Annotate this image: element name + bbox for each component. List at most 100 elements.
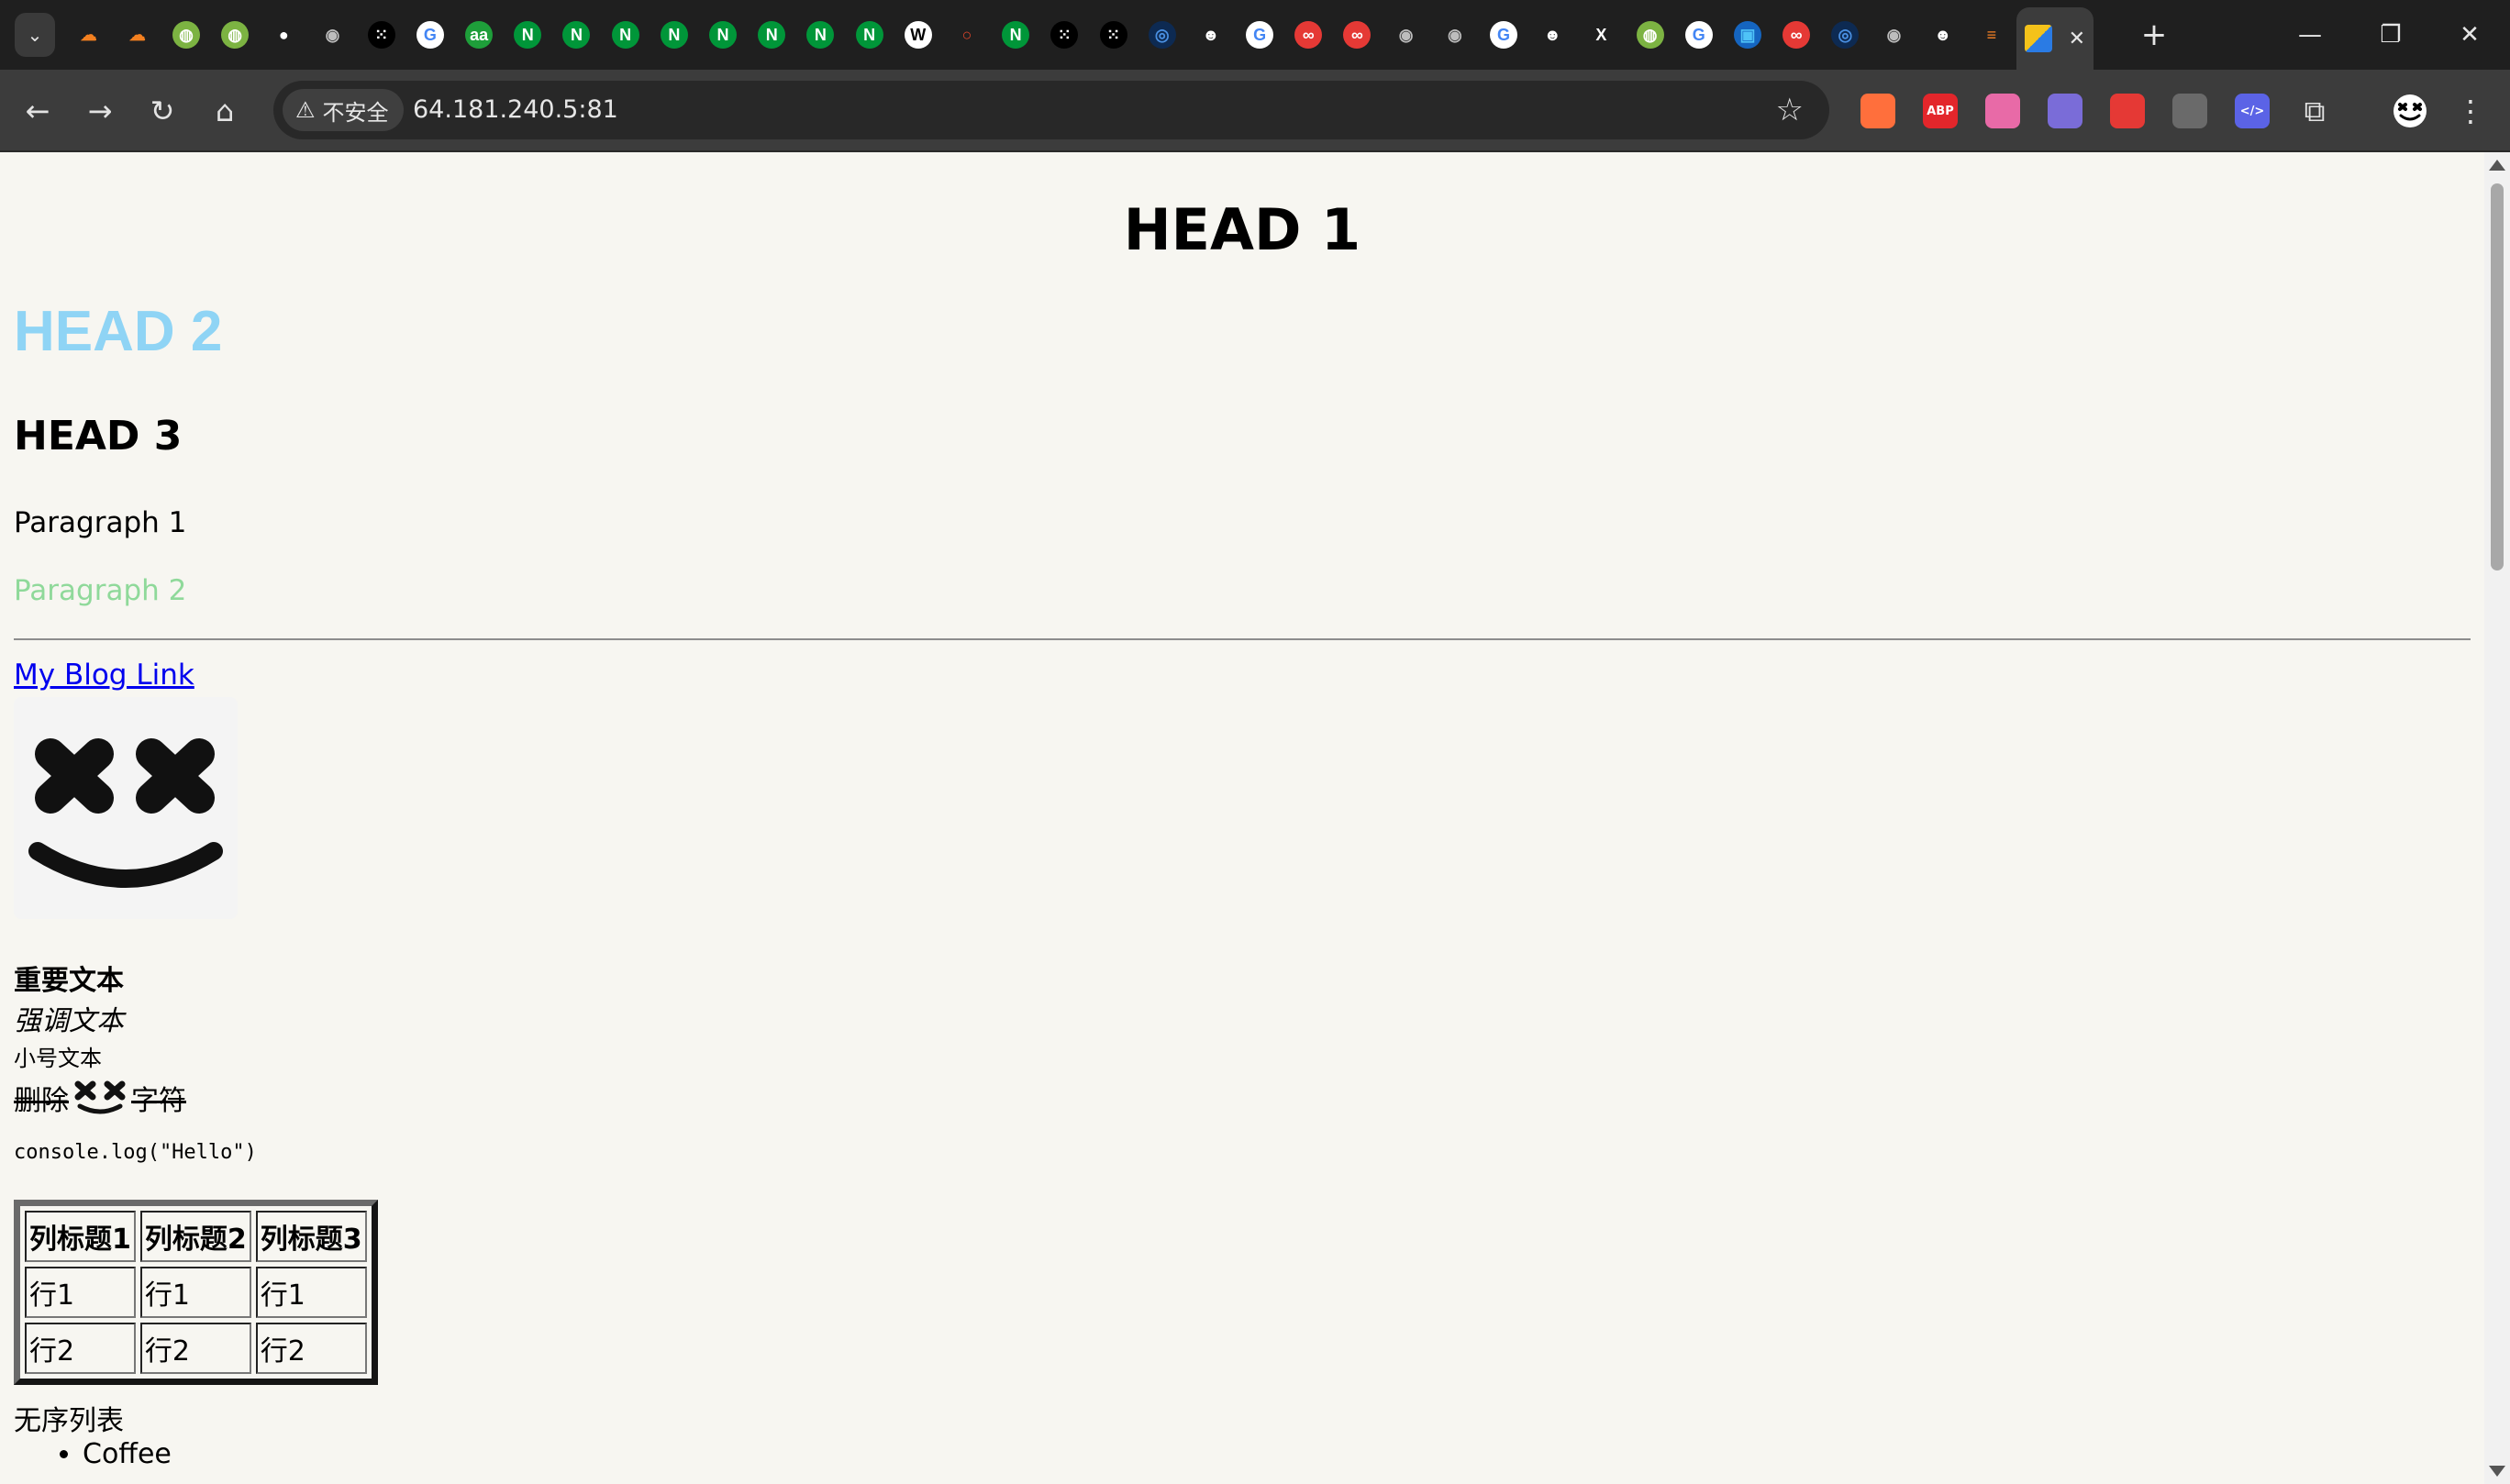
pinned-tab[interactable]: N — [504, 15, 552, 55]
reload-button[interactable]: ↻ — [139, 88, 185, 134]
pinned-tab[interactable]: ≡ — [1967, 15, 2016, 55]
pinned-tab[interactable]: N — [796, 15, 845, 55]
oracle-icon: ○ — [961, 25, 972, 44]
table-row: 行2 行2 行2 — [25, 1323, 367, 1374]
infinity-icon: ∞ — [1343, 21, 1372, 49]
pinned-tab[interactable]: aa — [455, 15, 504, 55]
code-snippet: console.log("Hello") — [14, 1141, 257, 1164]
pinned-tab[interactable]: N — [698, 15, 747, 55]
address-bar[interactable]: ⚠ 不安全 64.181.240.5:81 ☆ — [273, 81, 1829, 139]
pinned-tab[interactable]: ◉ — [1430, 15, 1479, 55]
tab-search-button[interactable]: ⌄ — [15, 13, 55, 57]
copy-ext-icon[interactable] — [2172, 94, 2207, 128]
pinned-tab[interactable]: ◍ — [161, 15, 210, 55]
dice-icon: ⁙ — [1050, 21, 1079, 49]
pinned-tab[interactable]: N — [650, 15, 698, 55]
red-ext-icon[interactable] — [2110, 94, 2145, 128]
puzzle-color-ext-icon[interactable] — [2048, 94, 2082, 128]
cat-ext-icon[interactable] — [1985, 94, 2020, 128]
pinned-tab[interactable]: ▣ — [1723, 15, 1771, 55]
marshmello-face-icon — [28, 738, 223, 888]
x-icon: X — [1595, 25, 1607, 44]
marshmello-icon: ☻ — [1202, 25, 1220, 44]
pinned-tab[interactable]: X — [1577, 15, 1626, 55]
warning-icon: ⚠ — [295, 97, 316, 123]
pinned-tab[interactable]: W — [894, 15, 942, 55]
pinned-tab[interactable]: N — [845, 15, 894, 55]
forward-button[interactable]: → — [77, 88, 123, 134]
table-cell: 行1 — [255, 1267, 367, 1318]
close-window-button[interactable]: ✕ — [2429, 0, 2510, 70]
pinned-tab[interactable]: ◍ — [1626, 15, 1674, 55]
pinned-tab[interactable]: ☻ — [1918, 15, 1967, 55]
scrollbar-thumb[interactable] — [2491, 183, 2504, 570]
pinned-tab[interactable]: ⁙ — [357, 15, 405, 55]
pinned-tab[interactable]: N — [992, 15, 1040, 55]
pinned-tab[interactable]: G — [1236, 15, 1284, 55]
pinned-tab[interactable]: ∞ — [1333, 15, 1382, 55]
pinned-tab[interactable]: ∞ — [1284, 15, 1333, 55]
nginx-icon: N — [806, 21, 835, 49]
table-row: 行1 行1 行1 — [25, 1267, 367, 1318]
bookmark-ext-icon[interactable] — [1860, 94, 1895, 128]
tab-strip: ⌄ ☁ ☁ ◍ ◍ ● ◉ ⁙ Gaa N N N N N N N N W ○ N ⁙ ⁙ ◎ ☻ G ∞ ∞ ◉ ◉ G ☻ X ◍ G ▣ ∞ ◎… — [0, 0, 2510, 70]
pinned-tab[interactable]: G — [405, 15, 454, 55]
list-item: Coffee — [83, 1438, 172, 1470]
profile-avatar-button[interactable] — [2387, 88, 2433, 134]
pinned-tab[interactable]: ◎ — [1821, 15, 1870, 55]
pinned-tab[interactable]: ◉ — [308, 15, 357, 55]
pinned-tab[interactable]: ☁ — [113, 15, 161, 55]
pinned-tab[interactable]: ⁙ — [1040, 15, 1089, 55]
unordered-list: Coffee — [14, 1438, 172, 1470]
back-button[interactable]: ← — [15, 88, 61, 134]
pinned-tab[interactable]: ◎ — [1138, 15, 1186, 55]
bookmark-star-icon[interactable]: ☆ — [1776, 81, 1804, 139]
active-tab[interactable]: ✕ — [2016, 7, 2094, 70]
cloudflare-icon: ☁ — [128, 25, 146, 44]
pinned-tab[interactable]: ☻ — [1186, 15, 1235, 55]
pinned-tab[interactable]: ○ — [942, 15, 991, 55]
arrow-right-icon: → — [87, 94, 113, 128]
url-text[interactable]: 64.181.240.5:81 — [413, 81, 618, 139]
home-button[interactable]: ⌂ — [202, 88, 248, 134]
chevron-down-icon: ⌄ — [27, 24, 43, 46]
marshmello-icon: ☻ — [1934, 25, 1952, 44]
wikipedia-icon: W — [904, 21, 932, 49]
nginx-icon: N — [709, 21, 738, 49]
table-cell: 行2 — [255, 1323, 367, 1374]
scroll-up-arrow-icon[interactable] — [2489, 160, 2505, 171]
pinned-tab[interactable]: ☁ — [64, 15, 113, 55]
deleted-text-before: 删除 — [14, 1085, 69, 1117]
globe-icon: ◉ — [1398, 25, 1414, 44]
pinned-tab[interactable]: N — [552, 15, 601, 55]
pinned-tab[interactable]: ⁙ — [1089, 15, 1138, 55]
site-info-chip[interactable]: ⚠ 不安全 — [283, 89, 404, 131]
security-label: 不安全 — [322, 99, 389, 126]
code-ext-icon[interactable]: </> — [2235, 94, 2270, 128]
puzzle-icon: ⧉ — [2304, 93, 2326, 128]
extensions-puzzle-button[interactable]: ⧉ — [2292, 88, 2338, 134]
deleted-text-after: 字符 — [131, 1085, 186, 1117]
adblock-plus-icon[interactable]: ABP — [1923, 94, 1958, 128]
pinned-tab[interactable]: ◍ — [211, 15, 260, 55]
pinned-tab[interactable]: G — [1479, 15, 1527, 55]
tab-close-icon[interactable]: ✕ — [2069, 28, 2085, 50]
restore-window-button[interactable]: ❐ — [2350, 0, 2431, 70]
pinned-tab[interactable]: ● — [260, 15, 308, 55]
vertical-scrollbar[interactable] — [2484, 152, 2510, 1484]
blog-link[interactable]: My Blog Link — [14, 659, 194, 692]
minimize-window-button[interactable]: — — [2270, 0, 2350, 70]
chrome-menu-button[interactable]: ⋮ — [2448, 88, 2493, 134]
pinned-tab[interactable]: ◉ — [1870, 15, 1918, 55]
pinned-tab[interactable]: N — [601, 15, 650, 55]
google-icon: G — [1490, 21, 1518, 49]
pinned-tab[interactable]: G — [1674, 15, 1723, 55]
emphasis-text: 强调文本 — [14, 1005, 124, 1037]
pinned-tab[interactable]: N — [748, 15, 796, 55]
column-header: 列标题1 — [25, 1211, 136, 1262]
pinned-tab[interactable]: ☻ — [1528, 15, 1577, 55]
pinned-tab[interactable]: ◉ — [1382, 15, 1430, 55]
scroll-down-arrow-icon[interactable] — [2489, 1466, 2505, 1477]
pinned-tab[interactable]: ∞ — [1772, 15, 1821, 55]
new-tab-button[interactable]: + — [2134, 13, 2174, 57]
